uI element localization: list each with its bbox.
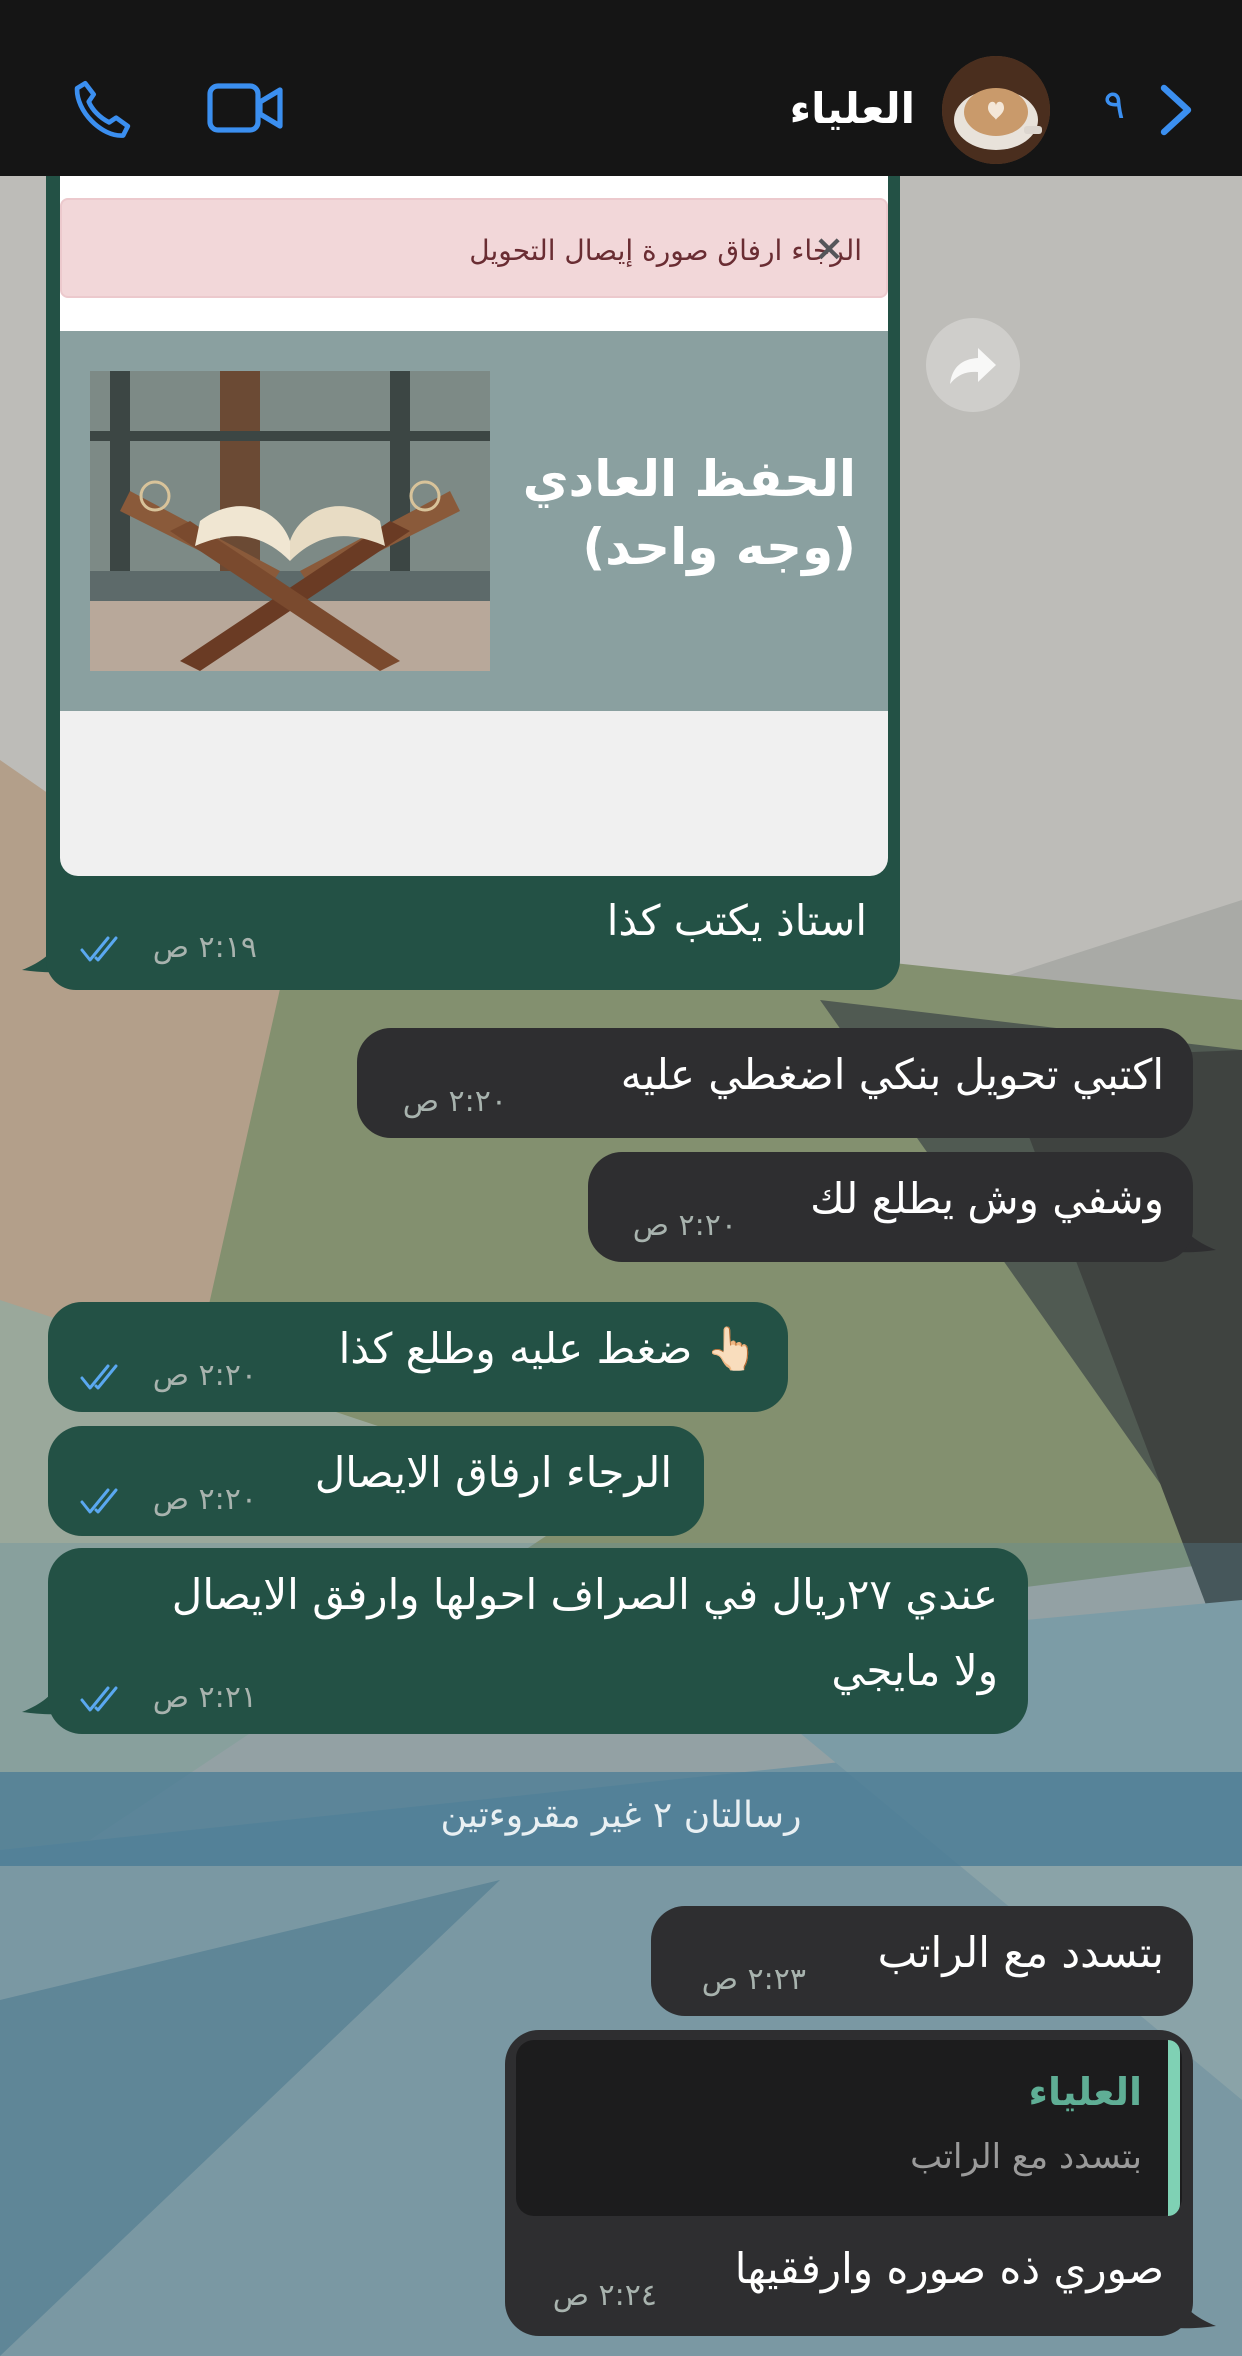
forward-arrow-icon — [950, 348, 996, 384]
message-time: ٢:٢٠ ص — [402, 1084, 507, 1119]
message-text: الرجاء ارفاق الايصال — [314, 1448, 672, 1497]
phone-call-icon[interactable] — [66, 76, 136, 146]
message-text: صوري ذه صوره وارفقيها — [734, 2244, 1164, 2293]
reply-quote-bar — [1168, 2040, 1180, 2216]
alert-text: الرجاء ارفاق صورة إيصال التحويل — [469, 234, 862, 267]
back-chevron-icon[interactable] — [1158, 84, 1194, 136]
read-receipt-icon — [80, 1488, 118, 1514]
message-text: استاذ يكتب كذا — [606, 896, 867, 945]
message-text-line1: عندي ٢٧ريال في الصراف احولها وارفق الايص… — [171, 1570, 998, 1619]
unread-divider-text: رسالتان ٢ غير مقروءتين — [440, 1795, 802, 1836]
video-call-icon[interactable] — [206, 80, 286, 136]
read-receipt-icon — [80, 1364, 118, 1390]
message-time: ٢:٢٠ ص — [152, 1482, 257, 1517]
message-time: ٢:٢١ ص — [152, 1680, 257, 1715]
message-text: وشفي وش يطلع لك — [810, 1174, 1164, 1223]
reply-quote-text: بتسدد مع الراتب — [910, 2137, 1142, 2177]
card-screenshot-bottom — [60, 711, 888, 876]
message-text-line2: ولا مايجي — [831, 1646, 998, 1695]
unread-count-badge: ٩ — [1103, 82, 1125, 128]
chat-header: العلياء ٩ — [0, 0, 1242, 176]
close-icon: × — [814, 228, 845, 269]
message-time: ٢:٢٤ ص — [552, 2278, 657, 2313]
reply-quote-author: العلياء — [1028, 2070, 1142, 2114]
read-receipt-icon — [80, 936, 118, 962]
forward-button[interactable] — [926, 318, 1020, 412]
contact-name[interactable]: العلياء — [790, 84, 915, 133]
quran-stand-image — [90, 371, 490, 671]
promo-title-line2: (وجه واحد) — [582, 518, 856, 576]
contact-avatar[interactable] — [942, 56, 1050, 164]
message-time: ٢:٢٣ ص — [701, 1962, 806, 1997]
read-receipt-icon — [80, 1686, 118, 1712]
message-text: ضغط عليه وطلع كذا 👆🏻 — [338, 1324, 758, 1373]
promo-title-line1: الحفظ العادي — [522, 450, 856, 508]
message-time: ٢:٢٠ ص — [632, 1208, 737, 1243]
message-text: بتسدد مع الراتب — [877, 1928, 1164, 1977]
message-time: ٢:٢٠ ص — [152, 1358, 257, 1393]
message-text: اكتبي تحويل بنكي اضغطي عليه — [620, 1050, 1164, 1099]
message-time: ٢:١٩ ص — [152, 930, 257, 965]
reply-quote[interactable] — [516, 2040, 1182, 2216]
